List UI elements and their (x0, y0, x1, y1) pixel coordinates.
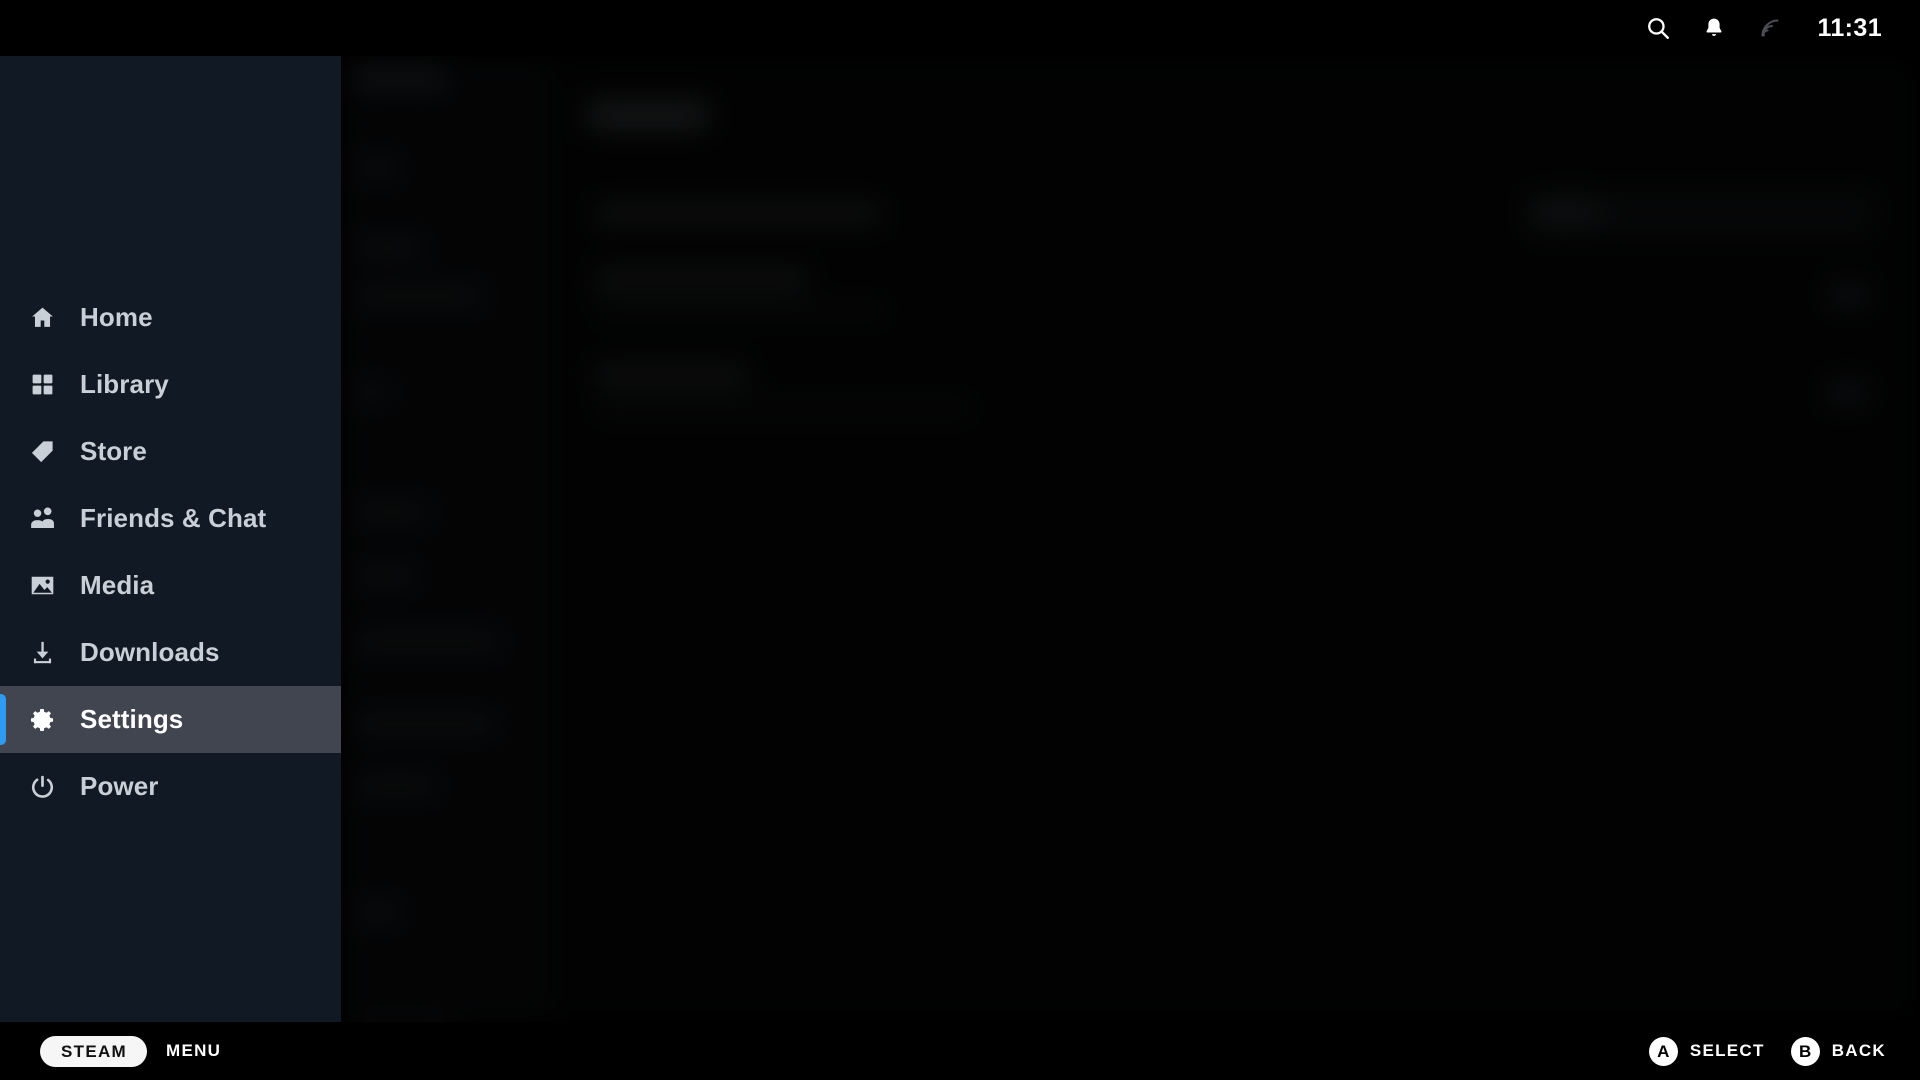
a-button-icon: A (1648, 1036, 1678, 1066)
b-button-icon: B (1790, 1036, 1820, 1066)
sidebar-item-store[interactable]: Store (0, 418, 341, 485)
sidebar-item-downloads[interactable]: Downloads (0, 619, 341, 686)
sidebar-item-label: Library (80, 369, 169, 399)
steam-button[interactable]: STEAM (40, 1035, 147, 1067)
gear-icon (28, 706, 56, 734)
hint-select[interactable]: A SELECT (1648, 1036, 1765, 1066)
bell-icon[interactable] (1699, 13, 1729, 43)
tag-icon (28, 438, 56, 466)
sidebar-item-power[interactable]: Power (0, 753, 341, 820)
sidebar-item-label: Media (80, 570, 155, 600)
top-status-bar: 11:31 (0, 0, 1920, 56)
bottom-bar-right: A SELECT B BACK (1648, 1036, 1886, 1066)
hint-label: SELECT (1689, 1041, 1765, 1060)
power-icon (28, 773, 56, 801)
hint-back[interactable]: B BACK (1790, 1036, 1886, 1066)
sidebar-item-friends-chat[interactable]: Friends & Chat (0, 485, 341, 552)
search-icon[interactable] (1643, 13, 1673, 43)
sidebar-item-label: Settings (80, 704, 184, 734)
sidebar-item-settings[interactable]: Settings (0, 686, 341, 753)
image-icon (28, 572, 56, 600)
sidebar-item-label: Friends & Chat (80, 503, 267, 533)
bottom-bar-left: STEAM MENU (40, 1035, 222, 1067)
sidebar-item-label: Store (80, 436, 147, 466)
sidebar-item-label: Power (80, 771, 159, 801)
download-icon (28, 639, 56, 667)
sidebar-item-media[interactable]: Media (0, 552, 341, 619)
quick-access-sidebar: Home Library Store Friends & Chat Media … (0, 56, 341, 1022)
people-icon (28, 505, 56, 533)
clock: 11:31 (1817, 13, 1882, 42)
sidebar-item-library[interactable]: Library (0, 351, 341, 418)
steam-deck-ui: 11:31 Home Library Store Friends & Chat … (0, 0, 1920, 1080)
menu-label: MENU (166, 1041, 222, 1060)
home-icon (28, 304, 56, 332)
sidebar-item-label: Home (80, 302, 153, 332)
grid-icon (28, 371, 56, 399)
wifi-icon[interactable] (1755, 13, 1785, 43)
sidebar-item-label: Downloads (80, 637, 220, 667)
bottom-hint-bar: STEAM MENU A SELECT B BACK (0, 1022, 1920, 1080)
sidebar-item-home[interactable]: Home (0, 284, 341, 351)
hint-label: BACK (1831, 1041, 1886, 1060)
